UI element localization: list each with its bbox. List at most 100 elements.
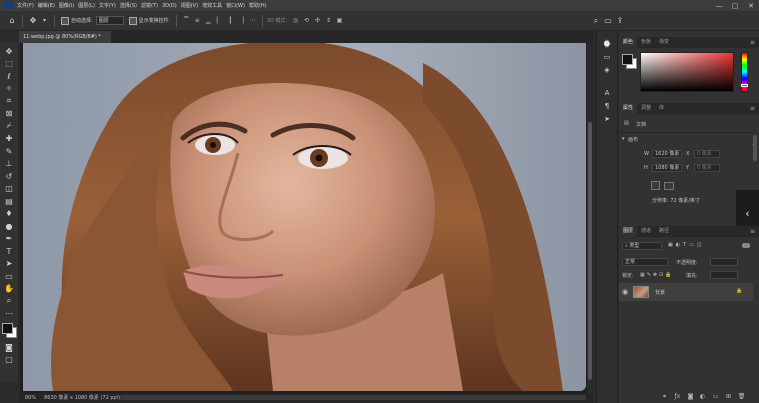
tab-channels[interactable]: 通道 xyxy=(637,226,655,237)
foreground-color-swatch[interactable] xyxy=(622,54,633,65)
horizontal-scrollbar[interactable] xyxy=(120,395,586,400)
panel-menu-icon[interactable]: ≡ xyxy=(750,105,755,112)
auto-select-dropdown[interactable]: 图层 xyxy=(95,16,124,25)
align-top-icon[interactable]: ▔ xyxy=(182,17,190,25)
more-tools-icon[interactable]: ⋯ xyxy=(2,308,16,321)
trash-icon[interactable]: 🗑 xyxy=(737,393,746,400)
tab-layers[interactable]: 图层 xyxy=(619,226,638,237)
tab-color[interactable]: 颜色 xyxy=(619,37,638,48)
document-info[interactable]: 8630 像素 x 1080 像素 (72 ppi) xyxy=(44,393,120,403)
landscape-orientation-icon[interactable] xyxy=(664,182,674,190)
fx-icon[interactable]: ƒx xyxy=(673,393,682,400)
portrait-photo[interactable] xyxy=(23,43,586,391)
link-layers-icon[interactable]: ⚭ xyxy=(660,393,669,400)
x-field[interactable]: 0 像素 xyxy=(694,150,720,158)
add-mask-icon[interactable]: ◙ xyxy=(686,393,695,400)
auto-select-checkbox[interactable] xyxy=(61,16,69,25)
search-icon[interactable]: ⌕ xyxy=(590,15,602,27)
blur-tool-icon[interactable]: ♦ xyxy=(2,208,16,221)
stamp-tool-icon[interactable]: ⊥ xyxy=(2,158,16,171)
history-brush-icon[interactable]: ↺ xyxy=(2,170,16,183)
quick-mask-icon[interactable]: ◙ xyxy=(2,341,16,354)
hue-slider-handle[interactable] xyxy=(741,84,748,87)
color-swatches[interactable] xyxy=(2,323,17,338)
brush-tool-icon[interactable]: ✎ xyxy=(2,145,16,158)
move-tool-icon[interactable]: ✥ xyxy=(2,45,16,58)
color-picker-field[interactable] xyxy=(640,52,734,92)
eye-icon[interactable]: ◉ xyxy=(622,288,628,296)
eyedropper-icon[interactable]: ⌿ xyxy=(2,120,16,133)
group-icon[interactable]: ▭ xyxy=(711,393,720,400)
crop-tool-icon[interactable]: ⌗ xyxy=(2,95,16,108)
maximize-button[interactable]: ▢ xyxy=(727,2,743,10)
layer-name[interactable]: 背景 xyxy=(655,289,665,296)
menu-select[interactable]: 选择(S) xyxy=(120,2,137,9)
menu-file[interactable]: 文件(F) xyxy=(17,2,34,9)
panel-menu-icon[interactable]: ≡ xyxy=(750,39,755,46)
menu-type[interactable]: 文字(Y) xyxy=(99,2,116,9)
orbit-3d-icon[interactable]: ◎ xyxy=(292,17,300,25)
home-icon[interactable]: ⌂ xyxy=(6,15,18,27)
layer-filter-icons[interactable]: ▣◐T▭◫ xyxy=(668,242,705,248)
screen-mode-icon[interactable]: ▢ xyxy=(2,354,16,367)
new-layer-icon[interactable]: ⊞ xyxy=(724,393,733,400)
vertical-scroll-thumb[interactable] xyxy=(588,122,592,380)
drag-3d-icon[interactable]: ✣ xyxy=(314,17,322,25)
panel-menu-icon[interactable]: ≡ xyxy=(750,228,755,235)
tab-gradients[interactable]: 渐变 xyxy=(655,37,673,48)
adjustment-layer-icon[interactable]: ◐ xyxy=(698,393,707,400)
paragraph-panel-icon[interactable]: ¶ xyxy=(600,99,614,112)
align-right-icon[interactable]: ▕ xyxy=(237,17,245,25)
character-panel-icon[interactable]: A xyxy=(600,86,614,99)
menu-help[interactable]: 帮助(H) xyxy=(249,2,267,9)
menu-image[interactable]: 图像(I) xyxy=(59,2,74,9)
workspace-icon[interactable]: ▭ xyxy=(602,15,614,27)
chevron-down-icon[interactable]: ▾ xyxy=(41,17,49,25)
healing-brush-icon[interactable]: ✚ xyxy=(2,133,16,146)
distribute-icon[interactable]: ⋯ xyxy=(248,17,256,25)
tab-properties[interactable]: 属性 xyxy=(619,103,638,114)
path-select-icon[interactable]: ➤ xyxy=(2,258,16,271)
chevron-down-icon[interactable]: ▾ xyxy=(622,136,625,142)
tab-adjustments[interactable]: 调整 xyxy=(637,103,655,114)
pen-tool-icon[interactable]: ✒ xyxy=(2,233,16,246)
zoom-tool-icon[interactable]: ⌕ xyxy=(2,295,16,308)
filter-toggle[interactable] xyxy=(742,243,750,248)
share-icon[interactable]: ⇪ xyxy=(614,15,626,27)
width-field[interactable]: 1620 像素 xyxy=(652,150,682,158)
menu-3d[interactable]: 3D(D) xyxy=(162,3,177,9)
marquee-tool-icon[interactable]: ⬚ xyxy=(2,58,16,71)
align-vcenter-icon[interactable]: ≡ xyxy=(193,17,201,25)
eraser-tool-icon[interactable]: ◫ xyxy=(2,183,16,196)
opacity-field[interactable] xyxy=(710,258,738,266)
y-field[interactable]: 0 像素 xyxy=(694,164,720,172)
comments-icon[interactable]: ▭ xyxy=(600,50,614,63)
hand-tool-icon[interactable]: ✋ xyxy=(2,283,16,296)
lasso-tool-icon[interactable]: ℓ xyxy=(2,70,16,83)
menu-plugins[interactable]: 增效工具 xyxy=(202,2,222,9)
layer-filter-select[interactable]: ⌕ 类型 xyxy=(622,242,662,250)
height-field[interactable]: 1080 像素 xyxy=(652,164,682,172)
document-tab[interactable]: 11.webp.jpg @ 80%(RGB/8#) * xyxy=(19,31,111,43)
cursor-icon[interactable]: ➤ xyxy=(600,112,614,125)
fill-field[interactable] xyxy=(710,271,738,279)
blend-mode-select[interactable]: 正常 xyxy=(622,258,668,266)
tab-libraries[interactable]: 库 xyxy=(655,103,668,114)
show-transform-checkbox[interactable] xyxy=(128,16,137,25)
slide-3d-icon[interactable]: ⇕ xyxy=(325,17,333,25)
tab-paths[interactable]: 路径 xyxy=(655,226,673,237)
menu-filter[interactable]: 滤镜(T) xyxy=(141,2,158,9)
portrait-orientation-icon[interactable] xyxy=(651,181,660,190)
menu-layer[interactable]: 图层(L) xyxy=(78,2,95,9)
shape-tool-icon[interactable]: ▭ xyxy=(2,270,16,283)
lock-icons[interactable]: ▦✎✥⊡🔒 xyxy=(640,272,674,278)
menu-view[interactable]: 视图(V) xyxy=(181,2,198,9)
frame-tool-icon[interactable]: ⊠ xyxy=(2,108,16,121)
plugin-icon[interactable]: ◈ xyxy=(600,63,614,76)
gradient-tool-icon[interactable]: ▤ xyxy=(2,195,16,208)
menu-window[interactable]: 窗口(W) xyxy=(226,2,245,9)
close-window-button[interactable]: ✕ xyxy=(743,2,759,10)
properties-scrollbar[interactable] xyxy=(753,135,757,161)
align-left-icon[interactable]: ▏ xyxy=(215,17,223,25)
layer-thumbnail[interactable] xyxy=(633,286,649,298)
